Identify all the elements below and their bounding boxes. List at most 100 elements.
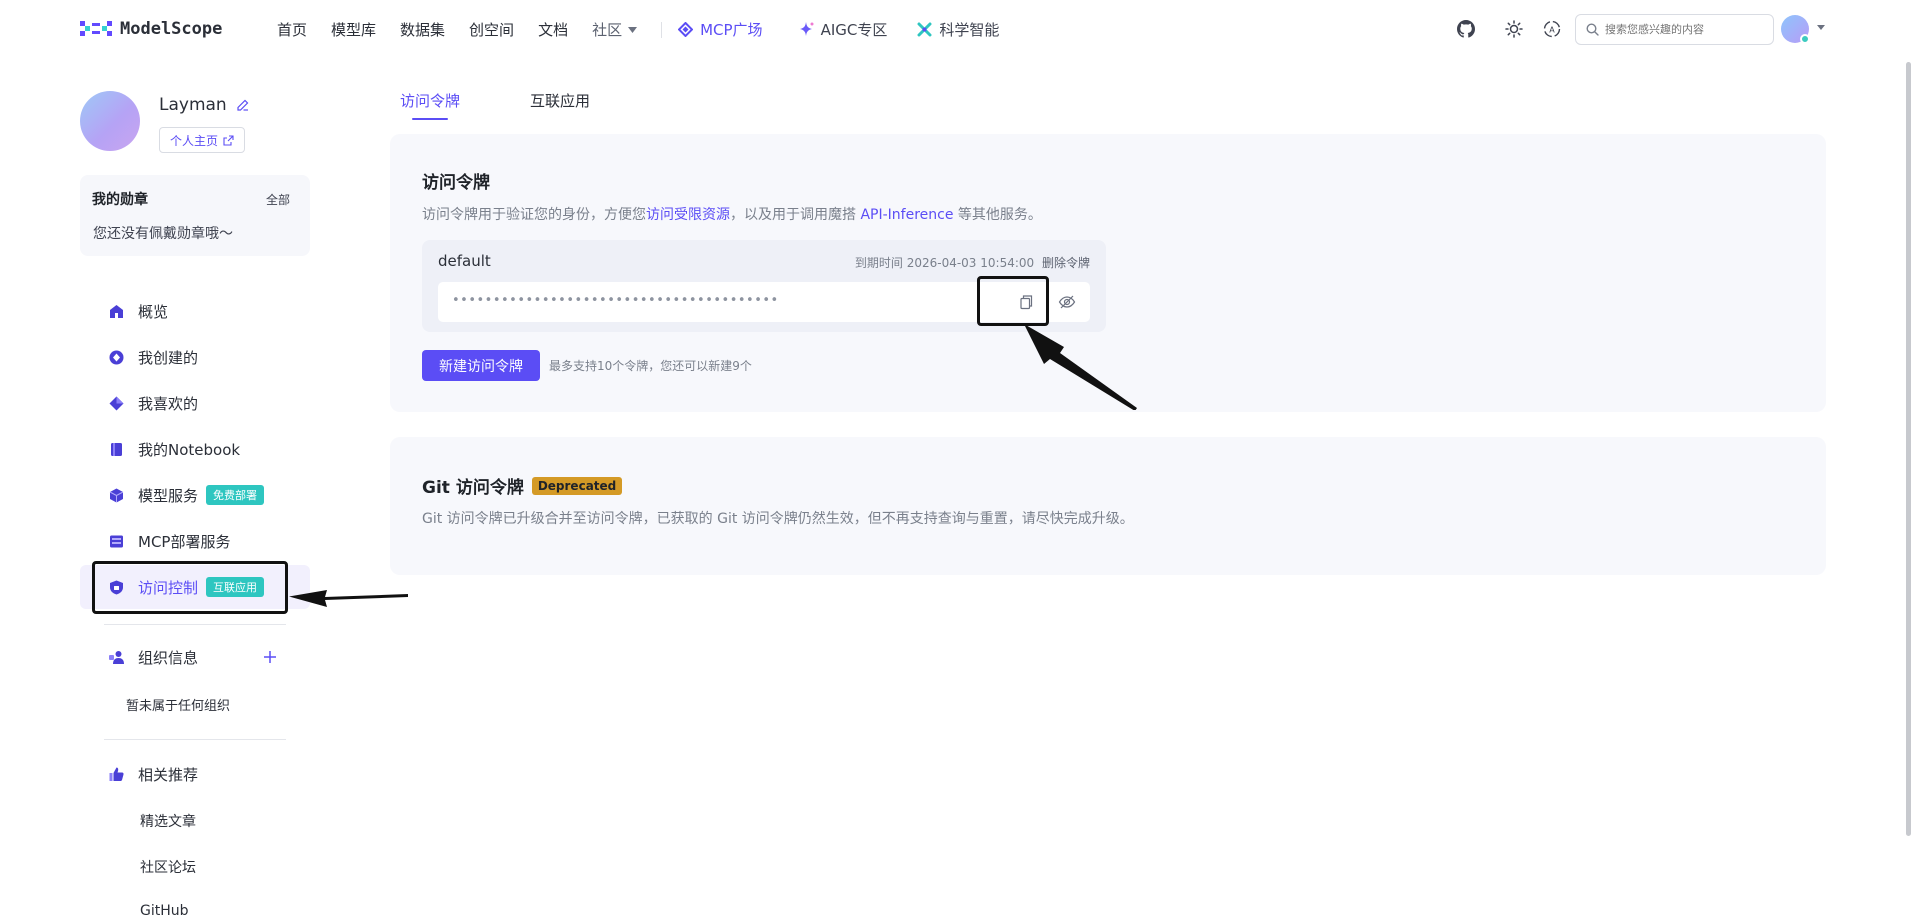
home-icon [108, 303, 124, 319]
git-token-description: Git 访问令牌已升级合并至访问令牌，已获取的 Git 访问令牌仍然生效，但不再… [422, 511, 1134, 527]
notebook-icon [108, 441, 124, 457]
avatar-caret-icon[interactable] [1817, 25, 1825, 30]
sidebar-item-recommend[interactable]: 相关推荐 [80, 752, 310, 796]
nav-divider [661, 21, 663, 38]
modelscope-logo-icon [80, 21, 112, 36]
nav-studios[interactable]: 创空间 [469, 19, 514, 40]
search-icon [1586, 23, 1599, 36]
thumbs-up-icon [108, 766, 124, 782]
desc-middle: ，以及用于调用魔搭 [730, 207, 861, 223]
sidebar-item-model-service[interactable]: 模型服务 免费部署 [80, 473, 310, 517]
org-empty-text: 暂未属于任何组织 [126, 699, 231, 714]
personal-home-button[interactable]: 个人主页 [159, 127, 246, 153]
github-icon[interactable] [1457, 20, 1475, 38]
token-meta: 到期时间 2026-04-03 10:54:00 删除令牌 [855, 254, 1090, 271]
sidebar-item-label: MCP部署服务 [138, 532, 231, 551]
sidebar-item-created[interactable]: 我创建的 [80, 335, 310, 379]
profile-name: Layman [159, 95, 227, 115]
created-icon [108, 349, 124, 365]
sidebar-item-label: 我创建的 [138, 348, 199, 367]
annotation-arrow-up [1024, 324, 1137, 410]
deprecated-badge: Deprecated [531, 476, 623, 495]
edit-icon[interactable] [237, 99, 249, 111]
access-token-title-text: 访问令牌 [422, 173, 490, 193]
token-expiry: 到期时间 2026-04-03 10:54:00 [854, 256, 1035, 270]
badges-empty-text: 您还没有佩戴勋章哦～ [93, 226, 233, 242]
search-box[interactable] [1575, 14, 1774, 45]
nav-models[interactable]: 模型库 [331, 19, 376, 40]
nav-aigc-label: AIGC专区 [820, 21, 888, 39]
main-nav: 首页 模型库 数据集 创空间 文档 社区 MCP广场 AIGC专区 科学智能 [277, 19, 1023, 40]
online-status-dot [1800, 34, 1810, 44]
organization-icon [108, 649, 124, 665]
free-deploy-tag: 免费部署 [206, 485, 265, 505]
access-token-description: 访问令牌用于验证您的身份，方便您访问受限资源，以及用于调用魔搭 API-Infe… [422, 204, 1042, 224]
page-scrollbar[interactable] [1906, 62, 1911, 836]
sidebar-link-forum[interactable]: 社区论坛 [140, 857, 196, 877]
nav-science[interactable]: 科学智能 [917, 19, 999, 40]
personal-home-label: 个人主页 [170, 133, 219, 148]
api-inference-link[interactable]: API-Inference [860, 207, 953, 223]
sparkle-icon [799, 22, 814, 36]
token-name: default [438, 252, 491, 270]
cube-icon [108, 487, 124, 503]
sidebar-item-overview[interactable]: 概览 [80, 289, 310, 333]
caret-down-icon [628, 26, 638, 33]
badges-all-link[interactable]: 全部 [266, 191, 290, 208]
top-nav: ModelScope 首页 模型库 数据集 创空间 文档 社区 MCP广场 AI… [0, 0, 1912, 58]
liked-diamond-icon [108, 395, 124, 411]
sidebar-divider [104, 739, 286, 740]
sidebar-link-articles[interactable]: 精选文章 [140, 811, 196, 831]
new-access-token-button[interactable]: 新建访问令牌 [422, 350, 540, 381]
sidebar-item-label: 模型服务 [138, 486, 199, 505]
highlight-access-control [92, 561, 288, 614]
restricted-resources-link[interactable]: 访问受限资源 [646, 207, 730, 223]
tab-connected-apps[interactable]: 互联应用 [530, 90, 590, 111]
git-token-title-text: Git 访问令牌 [422, 478, 524, 498]
sidebar-item-label: 我的Notebook [138, 440, 241, 459]
token-masked-value: •••••••••••••••••••••••••••••••••••••••• [452, 293, 779, 308]
sidebar-divider [104, 624, 286, 625]
nav-science-label: 科学智能 [939, 21, 1000, 39]
sidebar-item-notebook[interactable]: 我的Notebook [80, 427, 310, 471]
sidebar-item-label: 概览 [138, 302, 169, 321]
brand-name: ModelScope [120, 19, 223, 39]
nav-mcp-label: MCP广场 [700, 21, 763, 39]
nav-aigc[interactable]: AIGC专区 [799, 19, 888, 40]
settings-tabs: 访问令牌 互联应用 [400, 90, 660, 120]
sidebar-link-github[interactable]: GitHub [140, 903, 189, 919]
add-organization-icon[interactable] [262, 649, 278, 665]
badges-card: 我的勋章 全部 您还没有佩戴勋章哦～ [80, 175, 310, 256]
eye-off-icon[interactable] [1058, 293, 1076, 311]
desc-prefix: 访问令牌用于验证您的身份，方便您 [422, 207, 646, 223]
translate-icon[interactable]: A [1543, 20, 1561, 38]
modelscope-logo[interactable]: ModelScope [80, 19, 222, 39]
access-token-title: 访问令牌 [422, 168, 490, 193]
nav-community[interactable]: 社区 [592, 19, 638, 40]
sidebar-item-label: 我喜欢的 [138, 394, 199, 413]
delete-token-link[interactable]: 删除令牌 [1042, 256, 1090, 270]
external-link-icon [223, 134, 234, 146]
search-input[interactable] [1605, 23, 1765, 36]
nav-docs[interactable]: 文档 [538, 19, 568, 40]
nav-community-label: 社区 [592, 21, 623, 39]
server-icon [108, 533, 124, 549]
profile-avatar [80, 91, 140, 151]
nav-mcp[interactable]: MCP广场 [678, 19, 763, 40]
sidebar-item-mcp-service[interactable]: MCP部署服务 [80, 519, 310, 563]
svg-text:A: A [1549, 26, 1555, 35]
token-limit-hint: 最多支持10个令牌，您还可以新建9个 [549, 359, 752, 373]
annotation-arrow-left [289, 590, 408, 607]
sidebar-item-liked[interactable]: 我喜欢的 [80, 381, 310, 425]
mcp-icon [678, 22, 694, 37]
profile-name-row: Layman [159, 95, 249, 115]
sidebar-item-label: 相关推荐 [138, 765, 199, 784]
nav-home[interactable]: 首页 [277, 19, 307, 40]
tab-access-token[interactable]: 访问令牌 [400, 90, 460, 120]
nav-datasets[interactable]: 数据集 [400, 19, 445, 40]
desc-suffix: 等其他服务。 [953, 207, 1042, 223]
science-icon [917, 22, 932, 37]
git-token-title: Git 访问令牌 Deprecated [422, 473, 623, 498]
theme-sun-icon[interactable] [1505, 20, 1523, 38]
user-avatar[interactable] [1781, 15, 1810, 44]
